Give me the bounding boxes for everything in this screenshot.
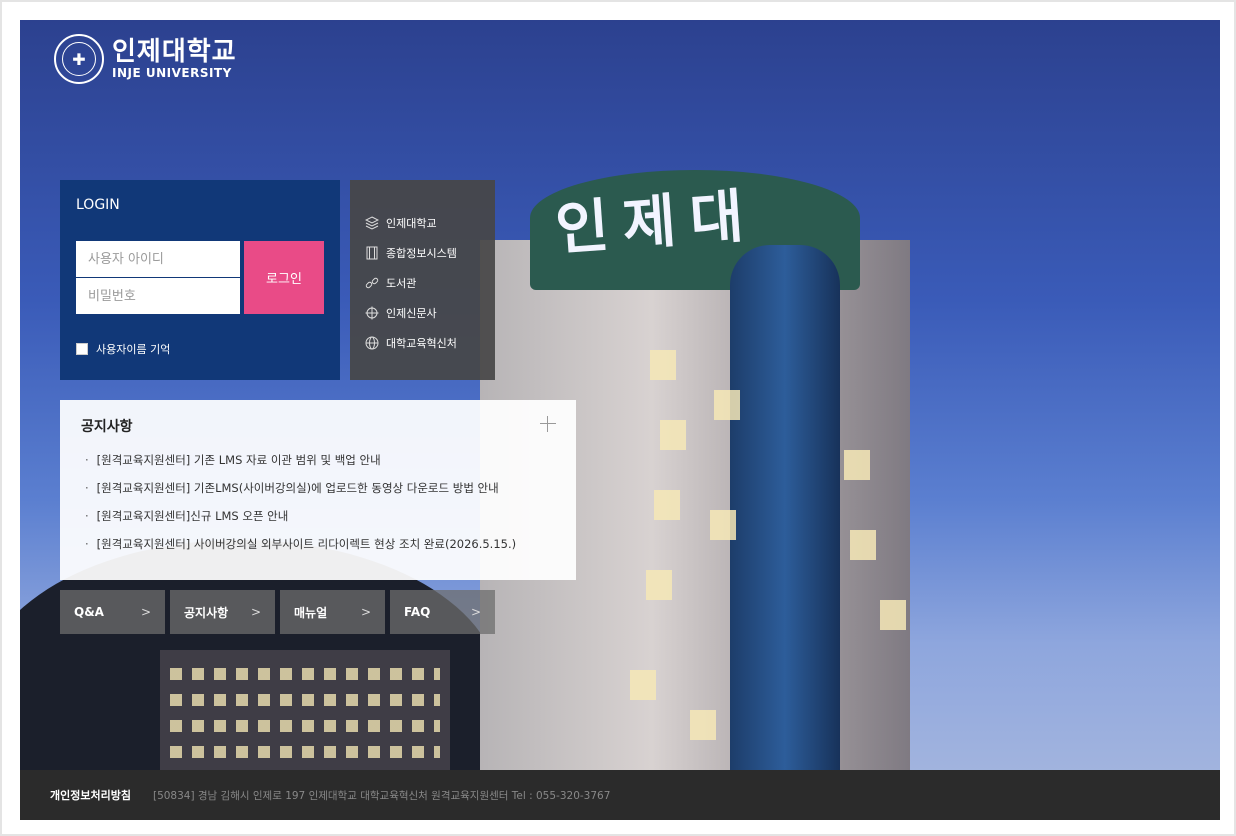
username-input[interactable] [76, 241, 240, 277]
qna-button[interactable]: Q&A > [60, 590, 165, 634]
manual-button[interactable]: 매뉴얼 > [280, 590, 385, 634]
notice-item[interactable]: [원격교육지원센터] 기존 LMS 자료 이관 범위 및 백업 안내 [85, 452, 516, 480]
password-input[interactable] [76, 278, 240, 314]
university-logo[interactable]: ✚ 인제대학교 INJE UNIVERSITY [54, 34, 237, 84]
login-page: 인제대 ✚ 인제대학교 INJE UNIVERSITY LOGIN 사용자 아이… [20, 20, 1220, 820]
background-low-building [160, 650, 450, 790]
more-plus-icon[interactable] [540, 416, 556, 432]
notice-panel: 공지사항 [원격교육지원센터] 기존 LMS 자료 이관 범위 및 백업 안내 … [60, 400, 576, 580]
notice-list: [원격교육지원센터] 기존 LMS 자료 이관 범위 및 백업 안내 [원격교육… [85, 452, 516, 564]
link-education-innovation[interactable]: 대학교육혁신처 [350, 328, 495, 358]
chevron-right-icon: > [140, 605, 151, 619]
remember-checkbox[interactable] [76, 343, 88, 355]
logo-name-en: INJE UNIVERSITY [112, 66, 232, 80]
logo-name-ko: 인제대학교 [112, 37, 237, 67]
globe-icon [365, 336, 379, 350]
notice-item[interactable]: [원격교육지원센터] 사이버강의실 외부사이트 리다이렉트 현상 조치 완료(2… [85, 536, 516, 564]
crosshair-icon [365, 306, 379, 320]
film-icon [365, 246, 379, 260]
login-panel: LOGIN 로그인 사용자이름 기억 [60, 180, 340, 380]
notice-item[interactable]: [원격교육지원센터] 기존LMS(사이버강의실)에 업로드한 동영상 다운로드 … [85, 480, 516, 508]
link-inje-university[interactable]: 인제대학교 [350, 208, 495, 238]
university-seal-icon: ✚ [54, 34, 104, 84]
page-frame: 인제대 ✚ 인제대학교 INJE UNIVERSITY LOGIN 사용자 아이… [0, 0, 1236, 836]
layers-icon [365, 216, 379, 230]
login-button[interactable]: 로그인 [244, 241, 324, 314]
privacy-policy-link[interactable]: 개인정보처리방침 [50, 787, 131, 803]
chevron-right-icon: > [470, 605, 481, 619]
notice-button[interactable]: 공지사항 > [170, 590, 275, 634]
notice-item[interactable]: [원격교육지원센터]신규 LMS 오픈 안내 [85, 508, 516, 536]
link-info-system[interactable]: 종합정보시스템 [350, 238, 495, 268]
login-title: LOGIN [76, 197, 120, 213]
tower-sign: 인제대 [553, 181, 760, 263]
footer-address: [50834] 경남 김해시 인제로 197 인제대학교 대학교육혁신처 원격교… [152, 789, 611, 802]
chevron-right-icon: > [360, 605, 371, 619]
chevron-right-icon: > [250, 605, 261, 619]
faq-button[interactable]: FAQ > [390, 590, 495, 634]
remember-username[interactable]: 사용자이름 기억 [76, 341, 170, 357]
footer: 개인정보처리방침 [50834] 경남 김해시 인제로 197 인제대학교 대학… [20, 770, 1220, 820]
link-library[interactable]: 도서관 [350, 268, 495, 298]
notice-title: 공지사항 [81, 419, 133, 435]
link-newspaper[interactable]: 인제신문사 [350, 298, 495, 328]
remember-label: 사용자이름 기억 [96, 343, 171, 356]
quick-buttons: Q&A > 공지사항 > 매뉴얼 > FAQ > [60, 590, 495, 634]
link-icon [365, 276, 379, 290]
quick-links-panel: 인제대학교 종합정보시스템 도서관 인제신문사 대학교육혁신처 [350, 180, 495, 380]
